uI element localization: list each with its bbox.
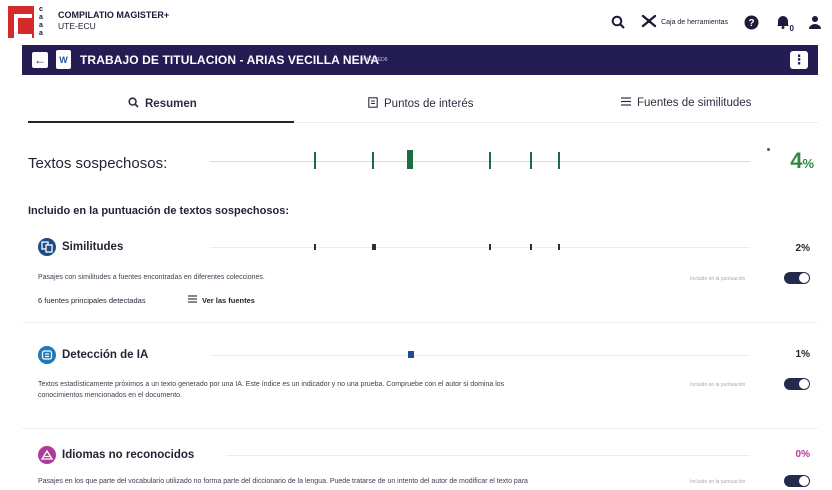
similarities-include-toggle[interactable] [784,272,810,284]
tab-points-of-interest[interactable]: Puntos de interés [368,97,474,111]
toolbox-label: Caja de herramientas [661,18,728,26]
active-tab-indicator [28,121,294,123]
document-id: #HG67ED6 [362,57,388,63]
tab-similarity-sources[interactable]: Fuentes de similitudes [621,97,751,109]
unrecognized-languages-score: 0% [795,449,810,460]
help-icon[interactable]: ? [742,13,760,31]
toolbox-icon [641,14,657,30]
similarity-marker[interactable] [558,244,560,250]
section-divider [22,428,818,429]
similarities-score: 2% [795,243,810,254]
ai-detection-track [210,355,750,356]
svg-text:?: ? [748,18,754,29]
view-sources-link[interactable]: Ver las fuentes [188,295,255,305]
suspicious-marker[interactable] [558,152,560,169]
suspicious-marker[interactable] [372,152,374,169]
word-document-icon: W [56,50,71,69]
list-icon [188,295,197,305]
ai-detection-include-toggle[interactable] [784,378,810,390]
search-icon[interactable] [609,13,627,31]
ai-detection-description-line: conocimientos mencionados en el document… [38,392,182,399]
list-icon [621,97,631,109]
similarities-track [210,247,750,248]
section-divider [22,322,818,323]
back-button[interactable]: ← [32,52,48,68]
suspicious-texts-track [210,161,750,162]
similarity-marker[interactable] [372,244,376,250]
toolbox-button[interactable]: Caja de herramientas [641,14,728,30]
similarity-marker[interactable] [530,244,532,250]
ai-detection-marker[interactable] [408,351,414,358]
similarity-marker[interactable] [314,244,316,250]
unrecognized-languages-track [226,455,750,456]
similarities-description: Pasajes con similitudes a fuentes encont… [38,274,265,281]
tab-sources-label: Fuentes de similitudes [637,97,752,109]
ai-detection-title: Detección de IA [62,349,149,361]
logo-letters: c a a a [39,6,43,37]
similarity-icon [38,238,56,256]
unrecognized-languages-toggle-label: Incluido en la puntuación [690,479,746,485]
top-bar: c a a a COMPILATIO MAGISTER+ UTE-ECU Caj… [0,0,832,44]
brand: COMPILATIO MAGISTER+ UTE-ECU [58,10,169,32]
notification-count: 0 [789,24,794,33]
ai-icon [38,346,56,364]
institution-name: UTE-ECU [58,21,96,31]
included-in-score-heading: Incluido en la puntuación de textos sosp… [28,205,289,217]
similarity-marker[interactable] [489,244,491,250]
suspicious-marker[interactable] [407,150,413,169]
compilatio-logo: c a a a [8,6,48,38]
suspicious-score-unit: % [802,156,814,171]
sources-detected-count: 6 fuentes principales detectadas [38,296,146,305]
view-sources-label: Ver las fuentes [202,295,255,305]
document-title: TRABAJO DE TITULACION - ARIAS VECILLA NE… [80,53,380,67]
ai-detection-description: Textos estadísticamente próximos a un te… [38,379,678,401]
suspicious-score: 4% [790,148,814,174]
similarities-toggle-label: Incluido en la puntuación [690,276,746,282]
brand-name: COMPILATIO MAGISTER+ [58,10,170,20]
suspicious-texts-label: Textos sospechosos: [28,155,168,172]
tab-points-label: Puntos de interés [384,98,474,110]
suspicious-score-value: 4 [790,148,803,173]
user-icon[interactable] [806,13,824,31]
notifications-icon[interactable]: 0 [774,13,794,33]
language-icon [38,446,56,464]
document-title-bar: ← W TRABAJO DE TITULACION - ARIAS VECILL… [22,45,818,75]
bookmark-icon [368,97,378,111]
tab-summary[interactable]: Resumen [128,97,197,111]
more-options-button[interactable]: ⋮ [790,51,808,69]
unrecognized-languages-description: Pasajes en los que parte del vocabulario… [38,478,528,485]
arrow-left-icon: ← [34,53,46,67]
suspicious-marker[interactable] [489,152,491,169]
suspicious-marker[interactable] [530,152,532,169]
ai-detection-description-line: Textos estadísticamente próximos a un te… [38,381,505,388]
decorative-dot [767,148,770,151]
top-actions: Caja de herramientas ? 0 [609,12,824,33]
unrecognized-languages-include-toggle[interactable] [784,475,810,487]
ai-detection-score: 1% [795,349,810,360]
ai-detection-toggle-label: Incluido en la puntuación [690,382,746,388]
similarities-title: Similitudes [62,241,124,253]
more-vertical-icon: ⋮ [792,52,806,67]
suspicious-marker[interactable] [314,152,316,169]
unrecognized-languages-title: Idiomas no reconocidos [62,449,195,461]
tab-summary-label: Resumen [145,98,197,110]
search-icon [128,97,139,111]
